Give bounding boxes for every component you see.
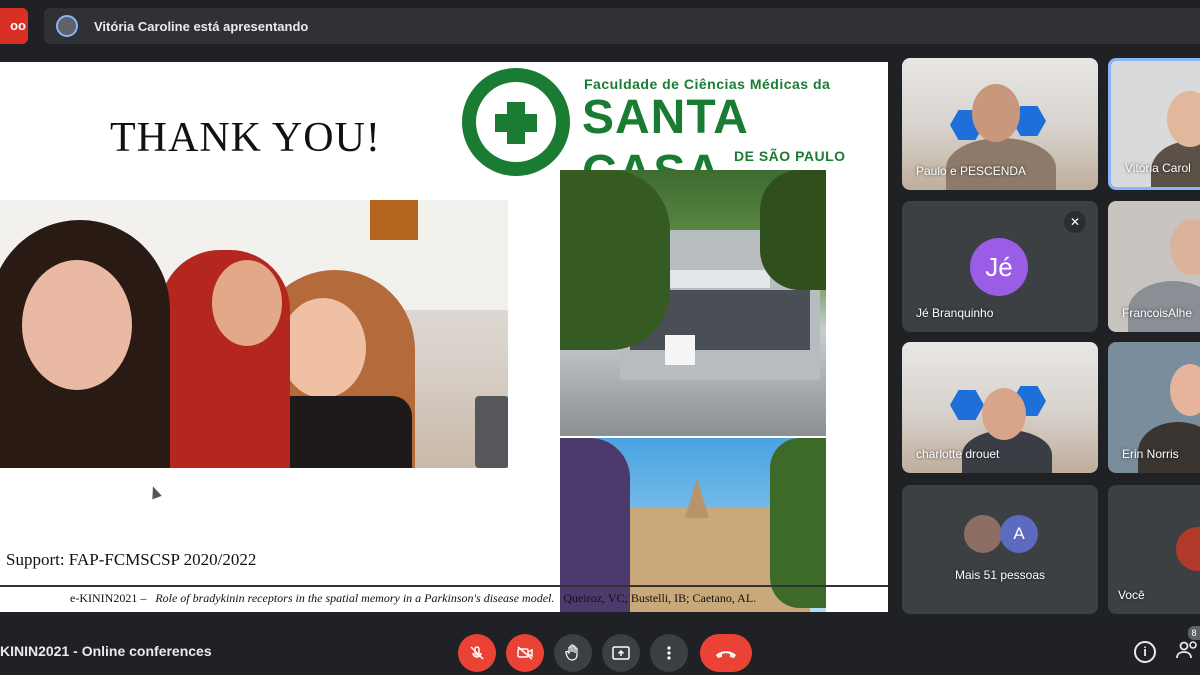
avatar: A <box>1000 515 1038 553</box>
self-avatar <box>1176 527 1200 571</box>
mic-off-icon <box>470 646 484 660</box>
slide-footer: e-KININ2021 – Role of bradykinin recepto… <box>70 591 756 606</box>
more-options-icon <box>667 646 671 660</box>
participant-name: Paulo e PESCENDA <box>916 164 1027 178</box>
meet-window: oo Vitória Caroline está apresentando TH… <box>0 0 1200 675</box>
raise-hand-button[interactable] <box>554 634 592 672</box>
camera-toggle-button[interactable] <box>506 634 544 672</box>
presenter-avatar <box>56 15 78 37</box>
avatar <box>964 515 1002 553</box>
meeting-name: KININ2021 - Online conferences <box>0 643 212 659</box>
participant-tile[interactable]: charlotte drouet <box>902 342 1098 473</box>
end-call-icon <box>716 651 736 659</box>
participant-name: Jé Branquinho <box>916 306 994 320</box>
presenting-text: Vitória Caroline está apresentando <box>94 18 309 34</box>
participant-name: charlotte drouet <box>916 447 1000 461</box>
recording-label: oo <box>10 18 26 33</box>
end-call-button[interactable] <box>700 634 752 672</box>
present-screen-button[interactable] <box>602 634 640 672</box>
team-selfie-photo <box>0 200 508 468</box>
present-screen-icon <box>612 646 630 660</box>
more-participants-tile[interactable]: A Mais 51 pessoas <box>902 485 1098 614</box>
participant-tile[interactable]: Paulo e PESCENDA <box>902 58 1098 190</box>
santa-casa-logo: Faculdade de Ciências Médicas da SANTA C… <box>460 66 880 199</box>
participant-name: FrancoisAlhe <box>1122 306 1193 320</box>
footer-divider <box>0 585 888 587</box>
presentation-slide: THANK YOU! Faculdade de Ciências Médicas… <box>0 62 888 612</box>
mouse-cursor-icon <box>148 484 162 500</box>
avatar: Jé <box>970 238 1028 296</box>
participant-tile[interactable]: ✕ Jé Jé Branquinho <box>902 201 1098 332</box>
more-participants-label: Mais 51 pessoas <box>954 568 1046 582</box>
logo-line-3: DE SÃO PAULO <box>734 148 846 164</box>
logo-emblem-icon <box>462 68 570 176</box>
participant-tile-active-speaker[interactable]: Vitória Carol <box>1108 58 1200 190</box>
participant-name: Você <box>1118 588 1145 602</box>
mic-off-icon: ✕ <box>1064 211 1086 233</box>
campus-building-photo <box>560 170 826 436</box>
footer-event: e-KININ2021 – <box>70 591 147 605</box>
camera-off-icon <box>517 646 533 660</box>
raise-hand-icon <box>565 644 578 661</box>
self-tile[interactable]: Você <box>1108 485 1200 614</box>
info-icon[interactable]: i <box>1134 641 1156 663</box>
participant-name: Erin Norris <box>1122 447 1179 461</box>
people-button[interactable] <box>1176 638 1200 668</box>
footer-title: Role of bradykinin receptors in the spat… <box>155 591 555 605</box>
mic-toggle-button[interactable] <box>458 634 496 672</box>
presenting-banner: Vitória Caroline está apresentando <box>44 8 1200 44</box>
recording-badge[interactable]: oo <box>0 8 28 44</box>
participant-tile[interactable]: FrancoisAlhe <box>1108 201 1200 332</box>
more-options-button[interactable] <box>650 634 688 672</box>
participant-tile[interactable]: Erin Norris <box>1108 342 1200 473</box>
participant-name: Vitória Carol <box>1125 161 1191 175</box>
support-text: Support: FAP-FCMSCSP 2020/2022 <box>6 550 257 569</box>
slide-title: THANK YOU! <box>110 115 381 161</box>
people-count-badge: 8 <box>1188 626 1200 640</box>
people-icon <box>1176 641 1197 659</box>
footer-authors: Queiroz, VC; Bustelli, IB; Caetano, AL. <box>563 591 757 605</box>
